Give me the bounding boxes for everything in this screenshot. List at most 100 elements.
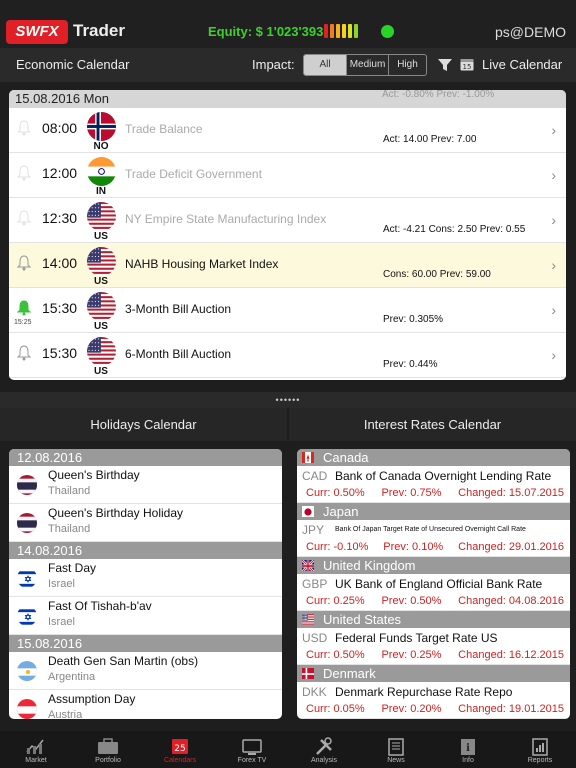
tab-label: Analysis: [310, 757, 338, 764]
tab-info[interactable]: i Info: [432, 731, 504, 768]
holiday-row[interactable]: Fast Day Israel: [9, 559, 282, 597]
alert-bell-icon[interactable]: [16, 210, 32, 226]
holiday-country: Thailand: [48, 485, 91, 497]
svg-text:25: 25: [174, 744, 185, 754]
interest-rate-row[interactable]: USD Federal Funds Target Rate US Curr: 0.5…: [297, 628, 570, 665]
rate-name: Bank of Canada Overnight Lending Rate: [335, 469, 552, 483]
economic-event-row[interactable]: 14:00 US NAHB Housing Market Index Cons: 6…: [9, 243, 566, 288]
rate-country-header: United States: [297, 611, 570, 628]
alert-bell-icon[interactable]: [16, 300, 32, 316]
info-icon: i: [461, 739, 475, 755]
holiday-country: Austria: [48, 709, 83, 719]
israel-flag-icon: [17, 606, 37, 626]
meter-bar: [354, 24, 358, 38]
rate-changed: Changed: 29.01.2016: [458, 541, 564, 553]
chevron-right-icon: ›: [551, 257, 556, 273]
connection-meter: [324, 24, 358, 38]
splitter-handle[interactable]: ••••••: [0, 392, 576, 408]
austria-flag-icon: [17, 699, 37, 719]
event-time: 15:30: [42, 345, 78, 361]
interest-rate-row[interactable]: DKK Denmark Repurchase Rate Repo Curr: 0.0…: [297, 682, 570, 719]
tab-news[interactable]: News: [360, 731, 432, 768]
country-flag: NO: [86, 112, 116, 152]
user-account[interactable]: ps@DEMO: [495, 24, 566, 40]
event-name: Trade Deficit Government: [125, 167, 262, 181]
holiday-row[interactable]: Fast Of Tishah-b'av Israel: [9, 597, 282, 635]
us-flag-icon: [86, 247, 116, 276]
alert-bell-icon[interactable]: [16, 255, 32, 271]
canada-flag-icon: [302, 452, 314, 463]
filter-icon[interactable]: [437, 57, 453, 73]
alert-bell-icon[interactable]: [16, 165, 32, 181]
rate-changed: Changed: 19.01.2015: [458, 703, 564, 715]
rate-country-name: Canada: [323, 450, 369, 465]
app-window: SWFX Trader Equity: $ 1'023'393 ps@DEMO …: [0, 0, 576, 768]
event-time: 12:00: [42, 165, 78, 181]
economic-event-row[interactable]: 12:00 IN Trade Deficit Government ›: [9, 153, 566, 198]
norway-flag-icon: [86, 112, 116, 141]
interest-rate-row[interactable]: GBP UK Bank of England Official Bank Rate…: [297, 574, 570, 611]
tab-analysis[interactable]: Analysis: [288, 731, 360, 768]
rate-current: Curr: 0.05%: [306, 703, 365, 715]
rate-previous: Prev: 0.10%: [383, 541, 444, 553]
event-values: Cons: 60.00 Prev: 59.00: [383, 269, 491, 280]
rate-country-name: Denmark: [323, 666, 376, 681]
tab-label: Info: [462, 757, 474, 764]
holiday-country: Thailand: [48, 523, 91, 535]
rate-currency: GBP: [302, 577, 328, 591]
meter-bar: [348, 24, 352, 38]
tab-label: News: [387, 757, 405, 764]
alert-bell-icon[interactable]: [16, 120, 32, 136]
holiday-name: Death Gen San Martin (obs): [48, 654, 199, 668]
holiday-row[interactable]: Death Gen San Martin (obs) Argentina: [9, 652, 282, 690]
economic-event-row[interactable]: 12:30 US NY Empire State Manufacturing In…: [9, 198, 566, 243]
impact-option-medium[interactable]: Medium: [346, 55, 388, 75]
calendar-icon: 25: [172, 739, 188, 754]
svg-text:i: i: [466, 743, 470, 754]
event-name: NY Empire State Manufacturing Index: [125, 212, 327, 226]
event-time: 15:30: [42, 300, 78, 316]
impact-option-high[interactable]: High: [388, 55, 426, 75]
tab-reports[interactable]: Reports: [504, 731, 576, 768]
holiday-row[interactable]: Queen's Birthday Thailand: [9, 466, 282, 504]
holiday-row[interactable]: Assumption Day Austria: [9, 690, 282, 719]
holiday-name: Assumption Day: [48, 692, 136, 706]
rate-currency: USD: [302, 631, 328, 645]
impact-filter: All Medium High: [303, 54, 427, 76]
event-name: NAHB Housing Market Index: [125, 257, 279, 271]
alert-bell-icon[interactable]: [16, 345, 32, 361]
rate-previous: Prev: 0.20%: [381, 703, 442, 715]
denmark-flag-icon: [302, 668, 314, 679]
tab-market[interactable]: Market: [0, 731, 72, 768]
rate-changed: Changed: 04.08.2016: [458, 595, 564, 607]
tab-calendars[interactable]: 25 Calendars: [144, 731, 216, 768]
interest-rate-row[interactable]: JPY Bank Of Japan Target Rate of Unsecure…: [297, 520, 570, 557]
us-flag-icon: [302, 614, 314, 625]
event-values: Prev: 0.44%: [383, 359, 438, 370]
economic-event-row[interactable]: 15:25 15:30 US 3-Month Bill Auction Prev: 0…: [9, 288, 566, 333]
logo: SWFX: [6, 20, 68, 44]
rate-values: Curr: 0.50% Prev: 0.75% Changed: 15.07.201…: [306, 487, 564, 499]
country-code: IN: [96, 186, 106, 197]
rate-name: Denmark Repurchase Rate Repo: [335, 685, 513, 699]
live-calendar-icon[interactable]: 15: [460, 57, 474, 71]
rate-country-name: United States: [323, 612, 402, 627]
interest-rate-row[interactable]: CAD Bank of Canada Overnight Lending Rate…: [297, 466, 570, 503]
live-calendar-button[interactable]: Live Calendar: [482, 57, 562, 72]
economic-event-row[interactable]: 08:00 NO Trade Balance Act: 14.00 Prev: 7.…: [9, 108, 566, 153]
holiday-country: Argentina: [48, 671, 96, 683]
holidays-calendar-title[interactable]: Holidays Calendar: [0, 408, 287, 441]
meter-bar: [336, 24, 340, 38]
country-code: US: [94, 231, 108, 242]
rate-country-header: Japan: [297, 503, 570, 520]
economic-event-row[interactable]: 15:30 US 6-Month Bill Auction Prev: 0.44% ›: [9, 333, 566, 378]
holiday-date-header: 14.08.2016: [9, 542, 282, 559]
holiday-row[interactable]: Queen's Birthday Holiday Thailand: [9, 504, 282, 542]
country-flag: US: [86, 292, 116, 332]
rate-country-name: United Kingdom: [323, 558, 416, 573]
tab-forex-tv[interactable]: Forex TV: [216, 731, 288, 768]
tab-portfolio[interactable]: Portfolio: [72, 731, 144, 768]
interest-rates-calendar-title[interactable]: Interest Rates Calendar: [289, 408, 576, 441]
holiday-name: Fast Day: [48, 561, 97, 575]
impact-option-all[interactable]: All: [304, 55, 346, 75]
